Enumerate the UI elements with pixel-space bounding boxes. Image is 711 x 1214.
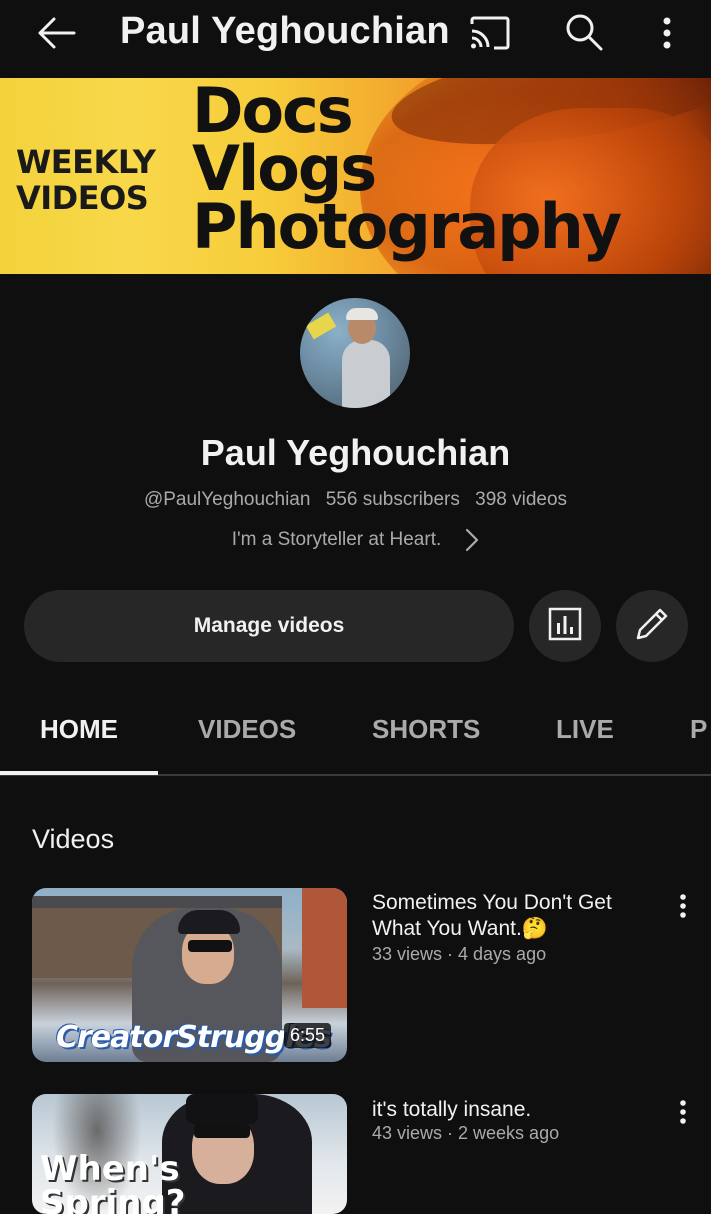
cast-icon[interactable] — [462, 8, 518, 58]
channel-meta: @PaulYeghouchian 556 subscribers 398 vid… — [0, 489, 711, 511]
video-meta: 33 views · 4 days ago — [372, 944, 547, 964]
active-tab-indicator — [0, 771, 158, 775]
page-title: Paul Yeghouchian — [120, 10, 450, 52]
analytics-button[interactable] — [529, 590, 601, 662]
thumbnail-text: When's Spring? — [40, 1149, 186, 1214]
video-count: 398 videos — [475, 489, 568, 510]
banner-title-text: Docs Vlogs Photography — [192, 78, 622, 263]
more-vertical-icon[interactable] — [668, 886, 698, 926]
section-title: Videos — [32, 824, 115, 854]
channel-description: I'm a Storyteller at Heart. — [231, 529, 442, 550]
tab-shorts[interactable]: SHORTS — [372, 714, 480, 745]
avatar[interactable] — [300, 298, 410, 408]
subscriber-count: 556 subscribers — [325, 489, 460, 510]
manage-videos-button[interactable]: Manage videos — [24, 590, 514, 662]
tab-videos[interactable]: VIDEOS — [198, 714, 296, 745]
tab-home[interactable]: HOME — [40, 714, 118, 745]
more-vertical-icon[interactable] — [668, 1092, 698, 1132]
edit-button[interactable] — [616, 590, 688, 662]
pencil-icon — [634, 606, 670, 647]
search-icon[interactable] — [556, 6, 612, 58]
video-thumbnail[interactable]: When's Spring? — [32, 1094, 347, 1214]
video-title[interactable]: it's totally insane. — [372, 1097, 642, 1123]
channel-handle: @PaulYeghouchian — [143, 489, 311, 510]
channel-banner: WEEKLY VIDEOS Docs Vlogs Photography — [0, 78, 711, 274]
video-meta: 43 views · 2 weeks ago — [372, 1123, 560, 1143]
channel-description-row[interactable]: I'm a Storyteller at Heart. — [0, 528, 711, 552]
analytics-icon — [548, 607, 582, 646]
back-arrow-icon[interactable] — [26, 8, 86, 58]
tab-playlists[interactable]: P — [690, 714, 707, 745]
video-title[interactable]: Sometimes You Don't Get What You Want.🤔 — [372, 890, 642, 942]
more-vertical-icon[interactable] — [644, 8, 690, 58]
tab-live[interactable]: LIVE — [556, 714, 614, 745]
channel-name: Paul Yeghouchian — [200, 432, 511, 473]
banner-weekly-text: WEEKLY VIDEOS — [16, 143, 156, 217]
video-thumbnail[interactable]: CreatorStruggles 6:55 — [32, 888, 347, 1062]
chevron-right-icon — [465, 528, 479, 552]
video-duration: 6:55 — [283, 1023, 331, 1048]
channel-tabs: HOME VIDEOS SHORTS LIVE P — [0, 690, 711, 776]
